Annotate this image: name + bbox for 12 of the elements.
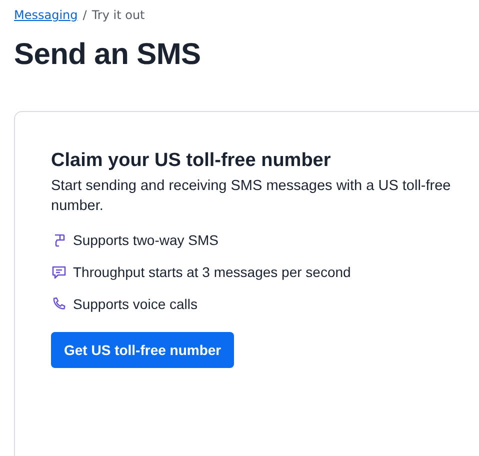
chat-bubble-icon [51,264,67,280]
phone-icon [51,296,67,312]
card-title: Claim your US toll-free number [51,150,332,172]
card-description: Start sending and receiving SMS messages with a US toll-free number. [51,177,452,216]
feature-text: Throughput starts at 3 messages per second [73,264,351,280]
breadcrumb-current: Try it out [92,8,145,22]
feature-text: Supports two-way SMS [73,232,218,248]
page-title: Send an SMS [14,38,202,72]
get-number-button[interactable]: Get US toll-free number [51,332,234,368]
breadcrumb-link[interactable]: Messaging [14,8,78,22]
feature-text: Supports voice calls [73,296,198,312]
breadcrumb-separator: / [82,8,87,22]
